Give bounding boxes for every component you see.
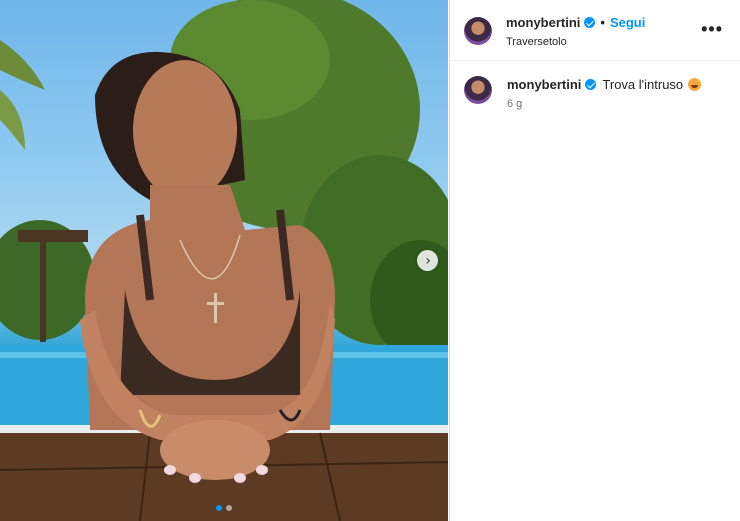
caption-text: Trova l'intruso: [602, 77, 684, 92]
carousel-next-button[interactable]: ›: [417, 250, 438, 271]
separator-dot: •: [600, 15, 605, 30]
post-photo[interactable]: ›: [0, 0, 448, 521]
post-sidebar: monybertini • Segui Traversetolo ••• mon…: [449, 0, 740, 521]
header-text: monybertini • Segui Traversetolo: [506, 15, 645, 48]
follow-button[interactable]: Segui: [610, 15, 645, 30]
verified-badge-icon: [585, 79, 597, 90]
location-link[interactable]: Traversetolo: [506, 36, 645, 48]
carousel-dot: [226, 505, 232, 511]
avatar[interactable]: [464, 76, 492, 104]
photo-illustration: [0, 0, 448, 521]
chevron-right-icon: ›: [425, 252, 431, 269]
carousel-indicator: [0, 505, 448, 511]
username-link[interactable]: monybertini: [506, 15, 580, 30]
caption-username[interactable]: monybertini: [507, 77, 581, 92]
post-header: monybertini • Segui Traversetolo •••: [450, 0, 740, 61]
smiling-face-emoji-icon: [688, 78, 702, 91]
post-timestamp[interactable]: 6 g: [507, 98, 522, 110]
avatar[interactable]: [464, 17, 492, 45]
verified-badge-icon: [584, 17, 596, 28]
more-options-button[interactable]: •••: [701, 20, 723, 38]
carousel-dot-active: [216, 505, 222, 511]
